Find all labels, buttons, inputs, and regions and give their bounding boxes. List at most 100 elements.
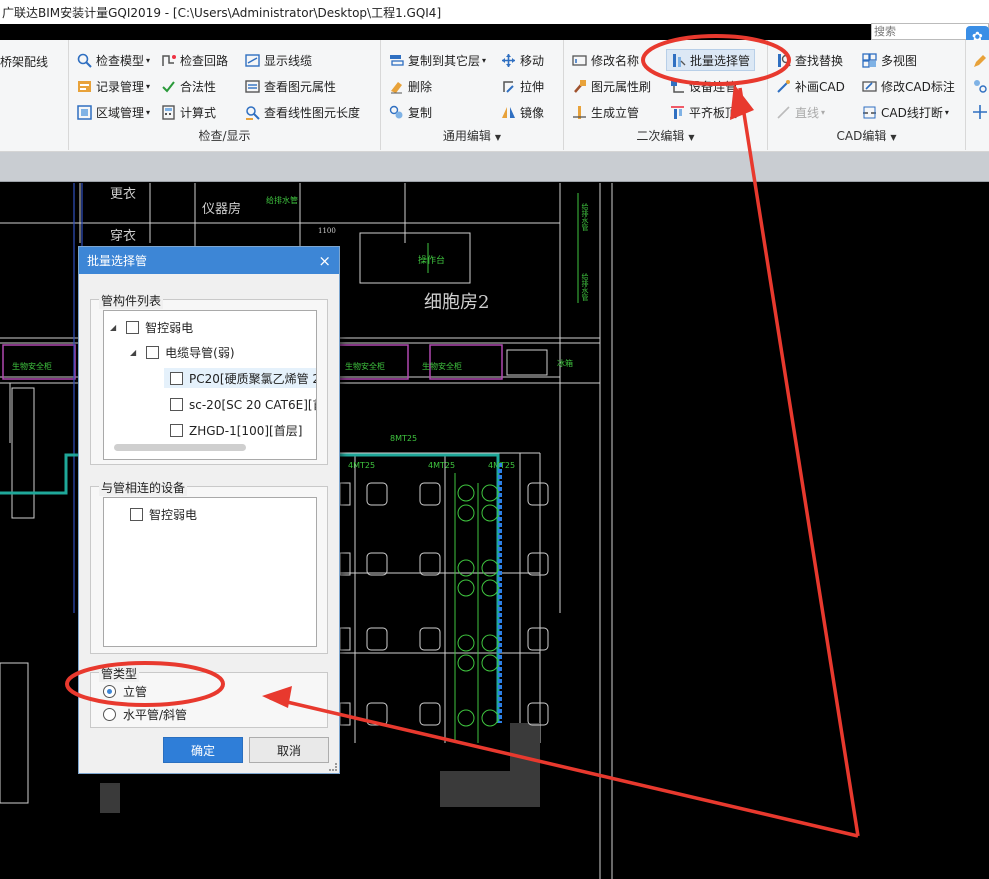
connected-devices-list[interactable]: 智控弱电 bbox=[103, 497, 317, 647]
record-icon bbox=[77, 79, 92, 94]
cad-label-pipe-1: 给排水管 bbox=[266, 196, 298, 205]
check-circuit-button[interactable]: 检查回路 bbox=[161, 49, 228, 71]
element-props-brush-button[interactable]: 图元属性刷 bbox=[572, 75, 651, 97]
copy-to-other-layer-button[interactable]: 复制到其它层 ▾ bbox=[389, 49, 486, 71]
dialog-title: 批量选择管 bbox=[87, 254, 148, 268]
region-manage-button[interactable]: 区域管理 ▾ bbox=[77, 101, 150, 123]
radio-horizontal[interactable]: 水平管/斜管 bbox=[103, 704, 187, 724]
copy-layer-icon bbox=[389, 53, 404, 68]
checkbox[interactable] bbox=[146, 345, 160, 359]
cad-label-pipe-4mt25-c: 4MT25 bbox=[488, 461, 516, 470]
view-element-props-button[interactable]: 查看图元属性 bbox=[245, 75, 336, 97]
record-manage-button[interactable]: 记录管理 ▾ bbox=[77, 75, 150, 97]
rename-icon bbox=[572, 53, 587, 68]
cad-label-pipe-8mt25: 8MT25 bbox=[390, 434, 418, 443]
cad-line-break-button[interactable]: CAD线打断 ▾ bbox=[862, 101, 949, 123]
ribbon-group-general-edit: 复制到其它层 ▾ 删除 复制 移动 拉伸 镜像 通用编辑 ▼ bbox=[381, 40, 564, 150]
align-top-icon bbox=[670, 105, 685, 120]
find-replace-button[interactable]: 查找替换 bbox=[776, 49, 843, 71]
tree-node-zhgd1[interactable]: ZHGD-1[100][首层] bbox=[170, 420, 302, 440]
copy-button[interactable]: 复制 bbox=[389, 101, 432, 123]
line-button[interactable]: 直线 ▾ bbox=[776, 101, 825, 123]
tree-node-sc20[interactable]: sc-20[SC 20 CAT6E][首 bbox=[170, 394, 316, 414]
cad-label-pipe-4mt25-a: 4MT25 bbox=[348, 461, 376, 470]
modify-cad-label-button[interactable]: 修改CAD标注 bbox=[862, 75, 955, 97]
window-title-bar: 广联达BIM安装计量GQI2019 - [C:\Users\Administra… bbox=[0, 0, 989, 24]
patch-cad-button[interactable]: 补画CAD bbox=[776, 75, 845, 97]
multi-view-button[interactable]: 多视图 bbox=[862, 49, 917, 71]
check-model-icon bbox=[77, 53, 92, 68]
connected-devices-group: 与管相连的设备 智控弱电 bbox=[90, 479, 328, 654]
move-button[interactable]: 移动 bbox=[501, 49, 544, 71]
checkmark-icon bbox=[161, 79, 176, 94]
expand-arrow-icon[interactable]: ◢ bbox=[110, 323, 116, 332]
checkbox[interactable] bbox=[170, 371, 183, 385]
ok-button[interactable]: 确定 bbox=[163, 737, 243, 763]
delete-button[interactable]: 删除 bbox=[389, 75, 432, 97]
generate-riser-button[interactable]: 生成立管 bbox=[572, 101, 639, 123]
props-icon bbox=[245, 79, 260, 94]
align-slab-top-button[interactable]: 平齐板顶 bbox=[670, 101, 737, 123]
device-pipe-icon bbox=[670, 79, 685, 94]
dialog-header: 批量选择管 × bbox=[79, 247, 339, 274]
move-icon-2[interactable] bbox=[972, 104, 988, 120]
resize-grip-icon[interactable] bbox=[329, 763, 337, 771]
checkbox[interactable] bbox=[170, 423, 183, 437]
group-title-check-display: 检查/显示 bbox=[198, 129, 251, 143]
cancel-button[interactable]: 取消 bbox=[249, 737, 329, 763]
radio-riser[interactable]: 立管 bbox=[103, 681, 147, 701]
ribbon-group-partial bbox=[0, 40, 69, 150]
cad-label-biosafety-1: 生物安全柜 bbox=[12, 362, 52, 371]
cad-label-icon bbox=[862, 79, 877, 94]
formula-button[interactable]: 计算式 bbox=[161, 101, 216, 123]
legality-button[interactable]: 合法性 bbox=[161, 75, 216, 97]
view-linear-length-button[interactable]: 查看线性图元长度 bbox=[245, 101, 360, 123]
checkbox[interactable] bbox=[170, 397, 183, 411]
horizontal-scrollbar[interactable] bbox=[114, 444, 246, 451]
cad-break-icon bbox=[862, 105, 877, 120]
batch-select-pipe-button[interactable]: 批量选择管 bbox=[666, 49, 756, 71]
tree-node-pc20[interactable]: PC20[硬质聚氯乙烯管 20 bbox=[164, 368, 316, 388]
tree-node-cable-conduit[interactable]: ◢ 电缆导管(弱) bbox=[130, 342, 235, 362]
cad-label-pipe-3: 给排水管 bbox=[581, 273, 589, 301]
stretch-button[interactable]: 拉伸 bbox=[501, 75, 544, 97]
group-title-general-edit[interactable]: 通用编辑 ▼ bbox=[381, 127, 563, 144]
device-node-smart-weak[interactable]: 智控弱电 bbox=[130, 504, 197, 524]
patch-cad-icon bbox=[776, 79, 791, 94]
cad-label-pipe-4mt25-b: 4MT25 bbox=[428, 461, 456, 470]
cad-label-biosafety-3: 生物安全柜 bbox=[422, 362, 462, 371]
multi-view-icon bbox=[862, 52, 877, 68]
component-tree[interactable]: ◢ 智控弱电 ◢ 电缆导管(弱) PC20[硬质聚氯乙烯管 20 sc-20[SC … bbox=[103, 310, 317, 460]
find-replace-icon bbox=[776, 53, 791, 68]
line-icon bbox=[776, 105, 791, 120]
pencil-icon[interactable] bbox=[972, 53, 988, 69]
checkbox[interactable] bbox=[130, 507, 143, 521]
checkbox[interactable] bbox=[126, 320, 140, 334]
expand-arrow-icon[interactable]: ◢ bbox=[130, 348, 136, 357]
close-icon[interactable]: × bbox=[318, 252, 331, 270]
copy-icon bbox=[389, 105, 404, 120]
measure-icon bbox=[245, 105, 260, 120]
ribbon: 桥架配线 检查模型 ▾ 记录管理 ▾ 区域管理 ▾ 检查回路 合法性 计算式 显示线缆… bbox=[0, 40, 989, 152]
brush-icon bbox=[572, 79, 587, 94]
radio-button[interactable] bbox=[103, 707, 116, 721]
cad-label-instrument-room: 仪器房 bbox=[202, 202, 242, 217]
tool-icon-2[interactable] bbox=[972, 78, 988, 94]
check-model-button[interactable]: 检查模型 ▾ bbox=[77, 49, 150, 71]
connected-devices-legend: 与管相连的设备 bbox=[99, 479, 188, 496]
eraser-icon bbox=[389, 79, 404, 94]
batch-select-pipe-dialog: 批量选择管 × 管构件列表 ◢ 智控弱电 ◢ 电缆导管(弱) PC20[硬质聚氯乙烯… bbox=[78, 246, 340, 774]
cad-label-dim-1100: 1100 bbox=[318, 227, 336, 235]
tree-node-smart-weak[interactable]: ◢ 智控弱电 bbox=[110, 317, 193, 337]
region-icon bbox=[77, 104, 92, 120]
device-connect-pipe-button[interactable]: 设备连管 bbox=[670, 75, 737, 97]
show-cable-button[interactable]: 显示线缆 bbox=[245, 49, 312, 71]
group-title-cad-edit[interactable]: CAD编辑 ▼ bbox=[768, 127, 965, 144]
cad-label-cell-room: 细胞房2 bbox=[424, 292, 490, 313]
mirror-button[interactable]: 镜像 bbox=[501, 101, 544, 123]
circuit-icon bbox=[161, 53, 176, 68]
radio-button[interactable] bbox=[103, 684, 116, 698]
rename-button[interactable]: 修改名称 bbox=[572, 49, 639, 71]
group-title-secondary-edit[interactable]: 二次编辑 ▼ bbox=[564, 127, 767, 144]
calculator-icon bbox=[161, 104, 176, 120]
